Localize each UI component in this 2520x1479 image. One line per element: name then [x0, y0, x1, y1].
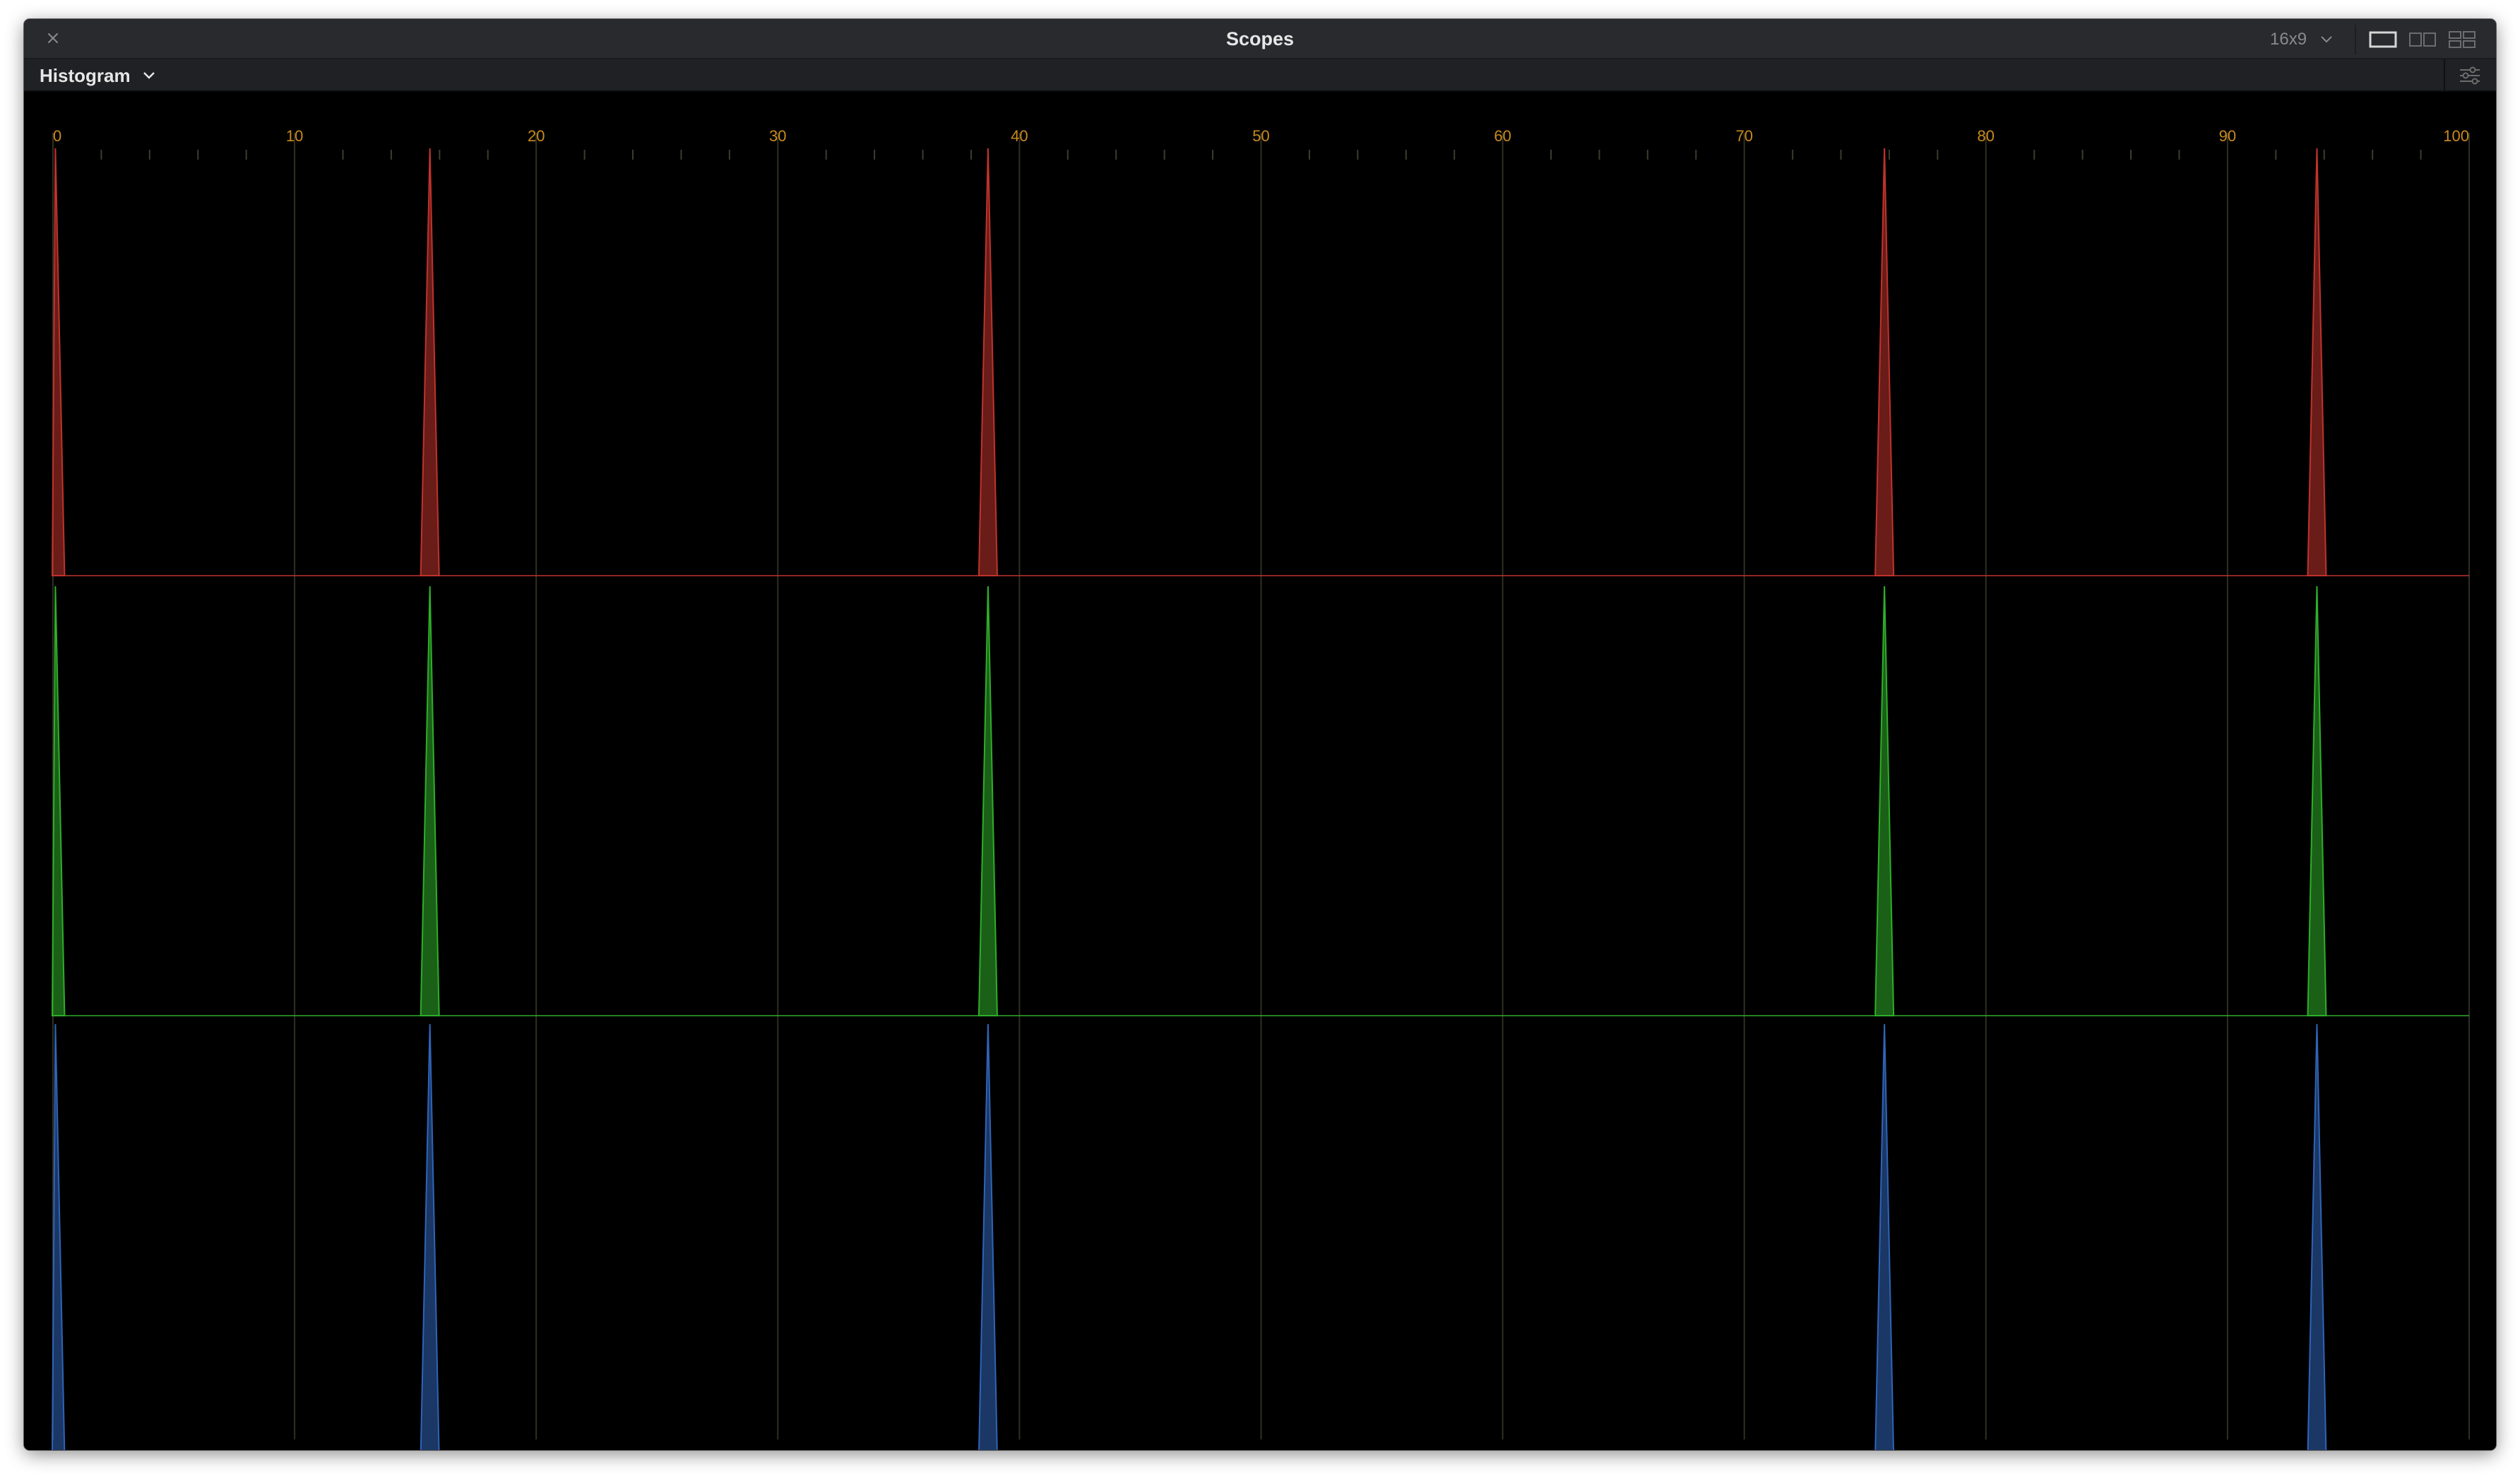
toolbar-divider	[2444, 59, 2445, 92]
scope-type-label: Histogram	[40, 65, 131, 86]
red-histogram-peak	[420, 148, 440, 576]
scope-toolbar: Histogram	[24, 59, 2496, 92]
quad-layout-icon[interactable]	[2448, 30, 2476, 49]
red-histogram-peak	[2307, 148, 2327, 576]
scope-type-dropdown[interactable]: Histogram	[40, 59, 156, 92]
title-bar: Scopes 16x9	[24, 19, 2496, 59]
window-title: Scopes	[1225, 28, 1295, 49]
tick-label: 60	[1494, 127, 1511, 145]
tick-label: 90	[2219, 127, 2236, 145]
green-histogram-peak	[420, 586, 440, 1016]
tick-label: 30	[769, 127, 786, 145]
title-divider	[2355, 25, 2356, 54]
aspect-ratio-dropdown[interactable]: 16x9	[2270, 19, 2307, 59]
red-histogram-peak	[51, 148, 66, 576]
dual-layout-icon[interactable]	[2408, 30, 2437, 49]
green-histogram-peak	[977, 586, 998, 1016]
blue-histogram-peak	[978, 1023, 998, 1450]
chevron-down-icon[interactable]	[142, 69, 156, 82]
blue-histogram-peak	[1874, 1023, 1894, 1450]
histogram-chart: 0 10 20 30 40 50 60 70 80 90 100	[51, 127, 2470, 1450]
tick-label: 40	[1011, 127, 1028, 145]
tick-label: 10	[286, 127, 303, 145]
red-histogram-peak	[1874, 148, 1895, 576]
tick-label: 70	[1735, 127, 1752, 145]
tick-label: 50	[1252, 127, 1269, 145]
tick-label: 80	[1978, 127, 1995, 145]
green-histogram-peak	[51, 586, 66, 1016]
single-layout-icon[interactable]	[2369, 30, 2397, 49]
blue-histogram-peak	[52, 1023, 66, 1450]
settings-sliders-icon[interactable]	[2458, 65, 2482, 86]
histogram-scope: 0 10 20 30 40 50 60 70 80 90 100	[24, 92, 2496, 1450]
blue-histogram-peak	[2307, 1023, 2327, 1450]
red-histogram-peak	[977, 148, 998, 576]
scopes-window: Scopes 16x9 Histogram 0 10 20 30 40 50 6…	[24, 19, 2496, 1450]
tick-label: 20	[528, 127, 545, 145]
tick-label: 100	[2443, 127, 2469, 145]
blue-histogram-peak	[420, 1023, 440, 1450]
tick-label: 0	[53, 127, 61, 145]
green-histogram-peak	[2307, 586, 2327, 1016]
green-histogram-peak	[1874, 586, 1895, 1016]
chevron-down-icon[interactable]	[2319, 33, 2334, 46]
